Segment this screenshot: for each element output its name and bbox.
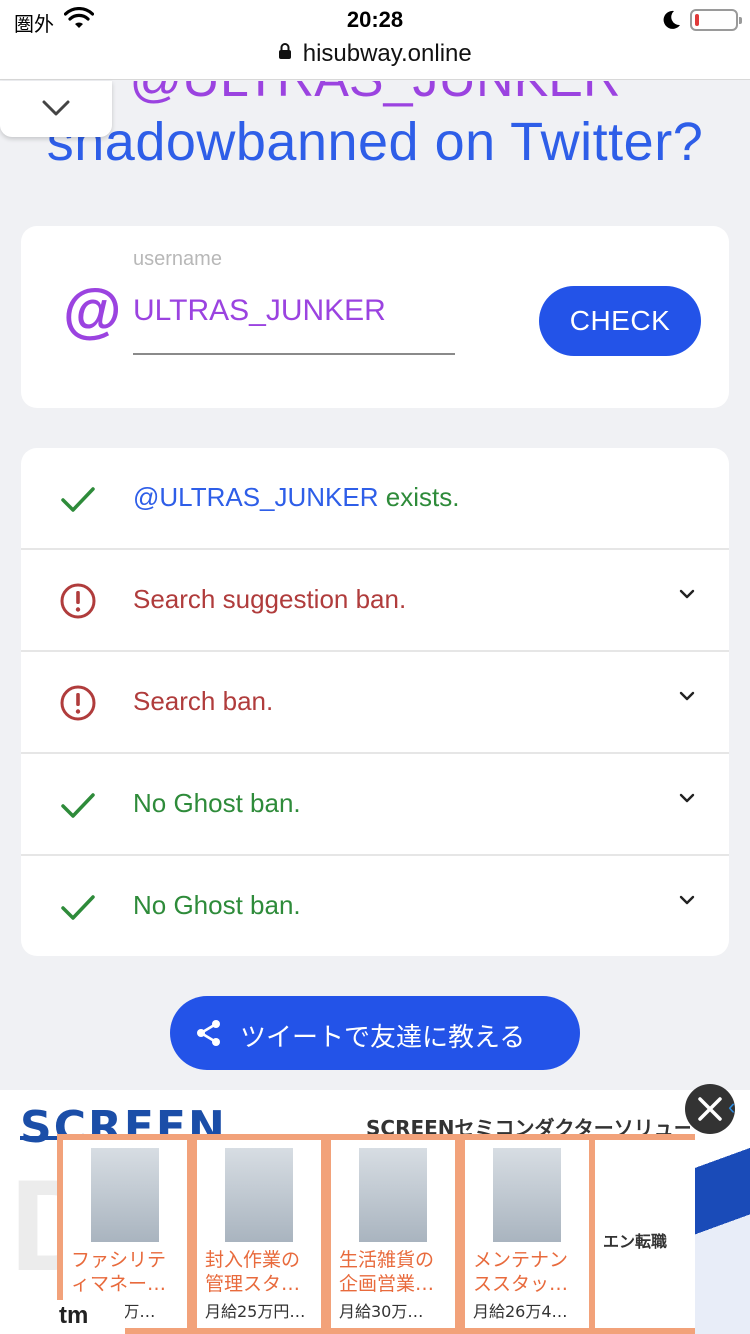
moon-icon — [660, 9, 682, 36]
address-bar[interactable]: hisubway.online — [0, 40, 750, 80]
ad-sponsor-tile[interactable]: エン転職 — [595, 1140, 695, 1328]
result-row-ghost-ban[interactable]: No Ghost ban. — [21, 754, 729, 856]
result-text: Search ban. — [133, 686, 274, 716]
result-row-search-ban[interactable]: Search ban. — [21, 652, 729, 754]
chevron-down-icon[interactable] — [679, 894, 695, 906]
share-icon — [197, 1020, 220, 1046]
tweet-share-label: ツイートで友達に教える — [240, 1023, 526, 1053]
ad-sponsor-label: エン転職 — [603, 1232, 668, 1251]
job-pay: 月給26万4… — [473, 1302, 568, 1321]
at-icon: @ — [63, 277, 122, 344]
status-bar: 圏外 20:28 — [0, 0, 750, 40]
result-username: @ULTRAS_JUNKER — [133, 482, 379, 512]
job-photo — [91, 1148, 159, 1242]
tweet-share-button[interactable]: ツイートで友達に教える — [170, 996, 580, 1070]
checkmark-icon — [61, 895, 95, 920]
result-row-ghost-ban-2[interactable]: No Ghost ban. — [21, 856, 729, 956]
clock-time: 20:28 — [346, 7, 404, 32]
username-input[interactable] — [133, 294, 455, 328]
check-button[interactable]: CHECK — [539, 286, 701, 356]
job-photo — [225, 1148, 293, 1242]
lock-icon — [278, 42, 292, 65]
ad-job-tile[interactable]: 生活雑貨の企画営業… 月給30万… — [331, 1140, 455, 1328]
battery-icon — [690, 9, 742, 31]
job-caption: メンテナンススタッ… — [473, 1249, 569, 1295]
ad-job-tile[interactable]: メンテナンススタッ… 月給26万4… — [465, 1140, 589, 1328]
checkmark-icon — [61, 793, 95, 818]
job-pay: 月給30万… — [339, 1302, 424, 1321]
url-text: hisubway.online — [302, 40, 472, 67]
result-text: @ULTRAS_JUNKER exists. — [133, 482, 459, 513]
job-photo — [359, 1148, 427, 1242]
ad-job-tile[interactable]: 封入作業の管理スタ… 月給25万円… — [197, 1140, 321, 1328]
result-text: No Ghost ban. — [133, 890, 301, 920]
ad-job-strip: ファシリティマネー… 月給28万… 封入作業の管理スタ… 月給25万円… 生活雑… — [57, 1134, 695, 1334]
result-status-text: exists. — [378, 482, 460, 512]
alert-circle-icon — [60, 583, 96, 619]
username-label: username — [133, 248, 222, 270]
alert-circle-icon — [60, 685, 96, 721]
ad-choices-close-icon[interactable]: ‹ — [728, 1094, 735, 1120]
job-caption: ファシリティマネー… — [71, 1249, 167, 1295]
checkmark-icon — [61, 487, 95, 512]
job-pay: 月給25万円… — [205, 1302, 306, 1321]
result-row-search-suggestion-ban[interactable]: Search suggestion ban. — [21, 550, 729, 652]
chevron-down-icon[interactable] — [679, 588, 695, 600]
chevron-down-icon — [42, 100, 70, 116]
search-form-card: @ username CHECK — [21, 226, 729, 408]
chevron-down-icon[interactable] — [679, 690, 695, 702]
result-text: Search suggestion ban. — [133, 584, 407, 614]
page-heading: @ULTRAS_JUNKER shadowbanned on Twitter? — [0, 81, 750, 181]
ad-provider-badge[interactable]: tm — [57, 1300, 125, 1334]
collapse-toggle-button[interactable] — [0, 81, 112, 137]
close-icon — [698, 1097, 722, 1121]
input-underline — [133, 353, 455, 355]
ad-provider-label: tm — [59, 1302, 89, 1329]
heading-username: @ULTRAS_JUNKER — [0, 81, 750, 109]
heading-question: shadowbanned on Twitter? — [46, 112, 704, 172]
results-card: @ULTRAS_JUNKER exists. Search suggestion… — [21, 448, 729, 956]
job-photo — [493, 1148, 561, 1242]
result-text: No Ghost ban. — [133, 788, 301, 818]
job-caption: 生活雑貨の企画営業… — [339, 1249, 435, 1295]
chevron-down-icon[interactable] — [679, 792, 695, 804]
result-row-exists: @ULTRAS_JUNKER exists. — [21, 448, 729, 550]
job-caption: 封入作業の管理スタ… — [205, 1249, 301, 1295]
